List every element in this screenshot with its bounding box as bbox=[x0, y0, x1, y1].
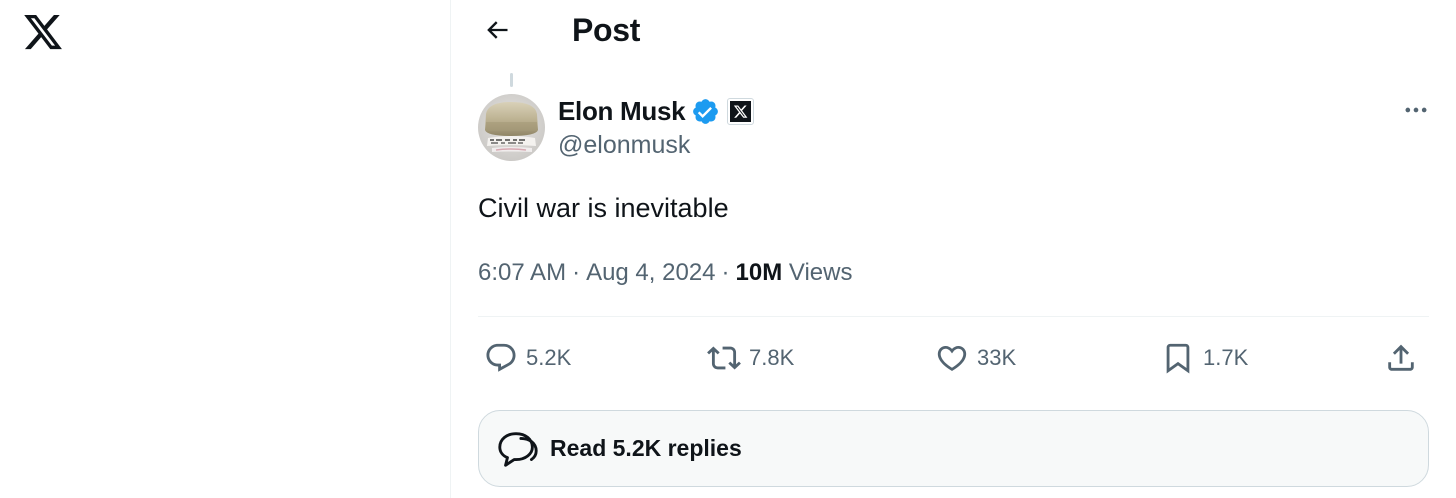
meta-divider bbox=[478, 316, 1429, 317]
bookmark-button[interactable]: 1.7K bbox=[1161, 332, 1248, 384]
like-button[interactable]: 33K bbox=[935, 332, 1016, 384]
heart-icon bbox=[937, 345, 967, 371]
page-title: Post bbox=[572, 12, 641, 48]
left-rail bbox=[0, 0, 450, 498]
post-time[interactable]: 6:07 AM bbox=[478, 259, 566, 286]
read-replies-label: Read 5.2K replies bbox=[550, 435, 742, 461]
repost-count: 7.8K bbox=[749, 345, 795, 370]
post-text: Civil war is inevitable bbox=[478, 193, 729, 223]
x-logo-icon[interactable] bbox=[21, 10, 65, 54]
reply-icon bbox=[486, 343, 516, 372]
more-options-button[interactable] bbox=[1396, 94, 1436, 126]
replies-bubble-icon bbox=[495, 426, 541, 472]
author-handle[interactable]: @elonmusk bbox=[558, 129, 690, 161]
meta-separator: · bbox=[721, 259, 730, 286]
author-display-name[interactable]: Elon Musk bbox=[558, 92, 686, 130]
back-button[interactable] bbox=[477, 10, 517, 50]
bookmark-icon bbox=[1166, 343, 1190, 374]
affiliate-x-badge-icon[interactable] bbox=[727, 97, 755, 125]
post-meta: 6:07 AM · Aug 4, 2024 · 10M Views bbox=[478, 256, 852, 290]
author-name-row: Elon Musk bbox=[558, 92, 755, 130]
action-bar: 5.2K 7.8K 33K 1.7K bbox=[478, 332, 1429, 384]
meta-separator: · bbox=[572, 259, 581, 286]
post-date[interactable]: Aug 4, 2024 bbox=[586, 259, 715, 286]
more-dots-icon bbox=[1405, 107, 1427, 113]
views-count[interactable]: 10M bbox=[736, 259, 783, 286]
read-replies-button[interactable]: Read 5.2K replies bbox=[478, 410, 1429, 487]
thread-connector-line bbox=[510, 73, 513, 87]
share-icon bbox=[1388, 344, 1414, 371]
views-label: Views bbox=[788, 259, 853, 286]
share-button[interactable] bbox=[1384, 332, 1418, 384]
repost-icon bbox=[707, 346, 741, 370]
like-count: 33K bbox=[977, 345, 1017, 370]
arrow-left-icon bbox=[487, 21, 508, 39]
reply-button[interactable]: 5.2K bbox=[484, 332, 571, 384]
verified-badge-icon[interactable] bbox=[691, 97, 720, 126]
main-column: Post Elon Musk @elonmusk Civil war is in… bbox=[451, 0, 1456, 498]
reply-count: 5.2K bbox=[526, 345, 572, 370]
app: Post Elon Musk @elonmusk Civil war is in… bbox=[0, 0, 1456, 498]
page-header: Post bbox=[451, 0, 1456, 62]
repost-button[interactable]: 7.8K bbox=[707, 332, 794, 384]
avatar[interactable] bbox=[478, 94, 545, 161]
bookmark-count: 1.7K bbox=[1203, 345, 1249, 370]
